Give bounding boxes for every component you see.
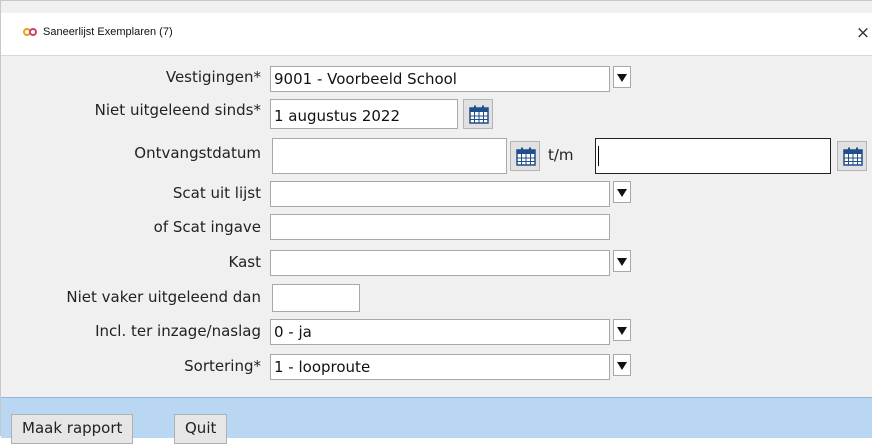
ontvangstdatum-label: Ontvangstdatum: [134, 144, 261, 162]
report-form: Vestigingen* 9001 - Voorbeeld School Nie…: [1, 57, 872, 397]
scat-uit-lijst-select[interactable]: [270, 181, 610, 207]
incl-ter-inzage-value: 0 - ja: [274, 323, 312, 341]
quit-button[interactable]: Quit: [174, 414, 228, 444]
niet-uitgeleend-sinds-field[interactable]: 1 augustus 2022: [270, 99, 458, 129]
dropdown-arrow-icon[interactable]: [613, 181, 631, 203]
calendar-icon: [516, 147, 536, 166]
infinity-icon: [23, 28, 37, 36]
incl-ter-inzage-label: Incl. ter inzage/naslag: [95, 322, 261, 340]
vestigingen-value: 9001 - Voorbeeld School: [274, 70, 457, 88]
vestigingen-select[interactable]: 9001 - Voorbeeld School: [270, 66, 610, 92]
scat-ingave-label: of Scat ingave: [153, 218, 261, 236]
niet-vaker-field[interactable]: [272, 284, 360, 312]
kast-label: Kast: [228, 253, 261, 271]
maak-rapport-button[interactable]: Maak rapport: [11, 414, 134, 444]
sortering-select[interactable]: 1 - looproute: [270, 354, 610, 380]
ontvangstdatum-from-field[interactable]: [272, 138, 507, 174]
calendar-icon: [469, 105, 489, 124]
close-icon[interactable]: ×: [853, 23, 872, 43]
scat-uit-lijst-label: Scat uit lijst: [172, 184, 261, 202]
incl-ter-inzage-select[interactable]: 0 - ja: [270, 319, 610, 345]
dropdown-arrow-icon[interactable]: [613, 66, 631, 88]
sortering-label: Sortering*: [184, 357, 261, 375]
vestigingen-label: Vestigingen*: [165, 68, 261, 86]
niet-uitgeleend-sinds-value: 1 augustus 2022: [274, 107, 400, 125]
calendar-button-to[interactable]: [837, 141, 867, 171]
calendar-icon: [843, 147, 863, 166]
scat-ingave-field[interactable]: [270, 214, 610, 240]
kast-select[interactable]: [270, 250, 610, 276]
dropdown-arrow-icon[interactable]: [613, 319, 631, 341]
niet-uitgeleend-sinds-label: Niet uitgeleend sinds*: [94, 101, 261, 119]
dialog-window: Saneerlijst Exemplaren (7) × Vestigingen…: [0, 0, 872, 444]
sortering-value: 1 - looproute: [274, 358, 371, 376]
dropdown-arrow-icon[interactable]: [613, 354, 631, 376]
button-bar: Maak rapport Quit: [1, 397, 872, 444]
dropdown-arrow-icon[interactable]: [613, 250, 631, 272]
niet-vaker-label: Niet vaker uitgeleend dan: [66, 288, 261, 306]
window-title: Saneerlijst Exemplaren (7): [43, 26, 173, 38]
ontvangstdatum-to-field[interactable]: [595, 138, 831, 174]
calendar-button-from[interactable]: [510, 141, 540, 171]
calendar-button-sinds[interactable]: [463, 99, 493, 129]
text-caret: [598, 146, 599, 166]
title-bar: Saneerlijst Exemplaren (7) ×: [1, 13, 872, 56]
tm-separator: t/m: [548, 146, 574, 164]
